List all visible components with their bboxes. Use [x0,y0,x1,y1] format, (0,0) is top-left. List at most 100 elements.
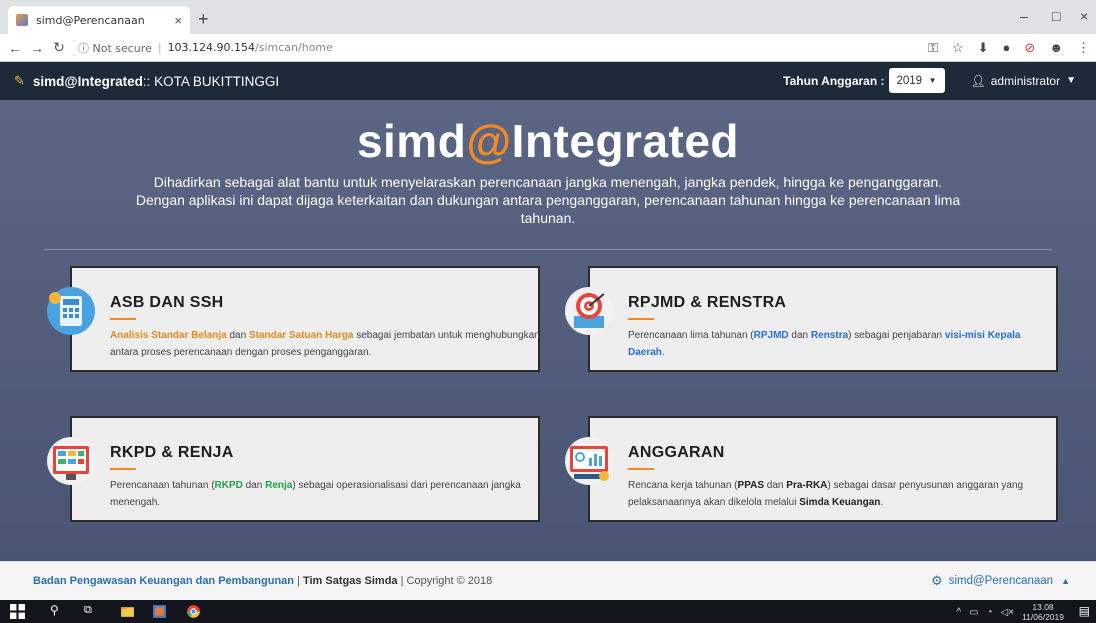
text-part: . [880,497,884,508]
target-icon [565,287,613,335]
minimize-icon[interactable]: – [1020,8,1028,24]
app-navbar: ✎ simd@Integrated :: KOTA BUKITTINGGI Ta… [0,62,1096,100]
planning-board-icon [47,437,95,485]
term-renja: Renja [265,480,293,491]
file-explorer-icon[interactable] [120,604,135,619]
text-part: Perencanaan lima tahunan ( [628,330,754,341]
new-tab-button[interactable]: + [198,9,209,30]
profile-icon[interactable]: ☻ [1049,40,1063,56]
card-title: ASB DAN SSH [110,294,224,311]
card-rpjmd-renstra[interactable]: RPJMD & RENSTRA Perencanaan lima tahunan… [565,266,1058,372]
divider [44,249,1052,250]
download-icon[interactable]: ⬇ [978,40,989,56]
text-part: dan [226,330,249,341]
tray-chevron-icon[interactable]: ^ [956,607,961,618]
brand-region: :: KOTA BUKITTINGGI [142,73,280,89]
address-bar: ← → ↻ ⓘ Not secure | 103.124.90.154 /sim… [0,34,1096,62]
user-name: administrator [990,73,1061,88]
footer-separator: | [294,575,303,587]
battery-icon[interactable]: ▭ [969,607,978,618]
search-icon[interactable]: ⚲ [50,603,65,618]
tab-title: simd@Perencanaan [36,13,145,27]
maximize-icon[interactable]: □ [1052,8,1060,24]
tahun-anggaran-label: Tahun Anggaran : [783,73,885,88]
browser-toolbar: ⚿ ☆ ⬇ ● ⊘ ☻ ⋮ [928,40,1090,56]
reload-icon[interactable]: ↻ [48,39,70,56]
term-asb: Analisis Standar Belanja [110,330,227,341]
network-icon[interactable]: ◔ [987,607,993,618]
brand-name: simd@Integrated [32,73,143,89]
card-description: Rencana kerja tahunan (PPAS dan Pra-RKA)… [628,477,1048,511]
text-part: Rencana kerja tahunan ( [628,480,738,491]
hero-section: simd@Integrated Dihadirkan sebagai alat … [0,100,1096,561]
url-field[interactable]: ⓘ Not secure | 103.124.90.154 /simcan/ho… [78,40,333,56]
text-part: dan [764,480,787,491]
window-close-icon[interactable]: × [1080,8,1088,24]
footer-copyright: | Copyright © 2018 [397,575,493,587]
term-rpjmd: RPJMD [753,330,789,341]
back-icon[interactable]: ← [4,40,26,56]
card-anggaran[interactable]: ANGGARAN Rencana kerja tahunan (PPAS dan… [565,416,1058,522]
clock-time: 13.08 [1032,602,1054,612]
footer-team: Tim Satgas Simda [302,575,398,587]
caret-up-icon: ▲ [1061,576,1070,586]
navbar-right: Tahun Anggaran : 2019 ▼ 👤︎ administrator… [783,68,1076,93]
tab-close-icon[interactable]: × [174,13,182,28]
year-select[interactable]: 2019 ▼ [888,68,945,93]
menu-icon[interactable]: ⋮ [1077,40,1090,56]
chrome-icon[interactable] [186,604,201,619]
text-part: Perencanaan tahunan ( [110,480,215,491]
forward-icon[interactable]: → [26,40,48,56]
key-icon[interactable]: ⚿ [928,40,938,56]
hero-title-a: simd [356,115,467,167]
browser-tabbar: simd@Perencanaan × + – □ × [0,0,1096,34]
system-tray: ^ ▭ ◔ ◁× 13.08 11/06/2019 [956,602,1064,622]
term-rkpd: RKPD [214,480,243,491]
card-title: ANGGARAN [628,444,725,461]
term-renstra: Renstra [810,330,849,341]
user-menu[interactable]: 👤︎ administrator ▼ [971,74,1077,88]
user-icon: 👤︎ [970,73,986,88]
app-switcher-label: simd@Perencanaan [948,575,1054,587]
footer-credits: Badan Pengawasan Keuangan dan Pembanguna… [33,575,492,587]
card-description: Analisis Standar Belanja dan Standar Sat… [110,327,540,361]
task-view-icon[interactable]: ⧉ [84,604,99,619]
footer-agency-link[interactable]: Badan Pengawasan Keuangan dan Pembanguna… [33,575,294,587]
card-rkpd-renja[interactable]: RKPD & RENJA Perencanaan tahunan (RKPD d… [47,416,540,522]
card-description: Perencanaan tahunan (RKPD dan Renja) seb… [110,477,530,511]
security-indicator[interactable]: ⓘ Not secure [78,40,152,56]
card-description: Perencanaan lima tahunan (RPJMD dan Rens… [628,327,1048,361]
app-icon[interactable] [152,604,167,619]
clock[interactable]: 13.08 11/06/2019 [1022,602,1064,622]
extension-icon[interactable]: ● [1003,40,1011,56]
hero-title-at: @ [466,115,512,167]
text-part: dan [242,480,266,491]
budget-chart-icon [565,437,613,485]
gear-icon: ⚙ [931,573,943,588]
volume-icon[interactable]: ◁× [1001,607,1015,618]
card-title: RKPD & RENJA [110,444,234,461]
hero-title: simd@Integrated [0,114,1096,168]
windows-start-icon[interactable] [10,604,25,619]
taskbar: ⚲ ⧉ ^ ▭ ◔ ◁× 13.08 11/06/2019 ▤ [0,600,1096,623]
footer: Badan Pengawasan Keuangan dan Pembanguna… [0,561,1096,600]
card-asb-ssh[interactable]: ASB DAN SSH Analisis Standar Belanja dan… [47,266,540,372]
app-switcher[interactable]: ⚙ simd@Perencanaan ▲ [931,573,1070,589]
term-ssh: Standar Satuan Harga [248,330,354,341]
title-underline [628,318,654,320]
term-simda-keuangan: Simda Keuangan [799,497,881,508]
pencil-icon: ✎ [14,73,25,88]
term-pra-rka: Pra-RKA [786,480,828,491]
title-underline [110,468,136,470]
url-path: /simcan/home [255,41,333,54]
url-host: 103.124.90.154 [167,41,256,54]
caret-down-icon: ▼ [1066,75,1076,86]
brand[interactable]: ✎ simd@Integrated :: KOTA BUKITTINGGI [14,73,279,89]
star-icon[interactable]: ☆ [952,40,964,56]
title-underline [110,318,136,320]
calculator-icon [47,287,95,335]
block-icon[interactable]: ⊘ [1024,40,1035,56]
browser-tab[interactable]: simd@Perencanaan × [8,6,190,34]
text-part: dan [788,330,811,341]
notification-icon[interactable]: ▤ [1079,604,1090,618]
